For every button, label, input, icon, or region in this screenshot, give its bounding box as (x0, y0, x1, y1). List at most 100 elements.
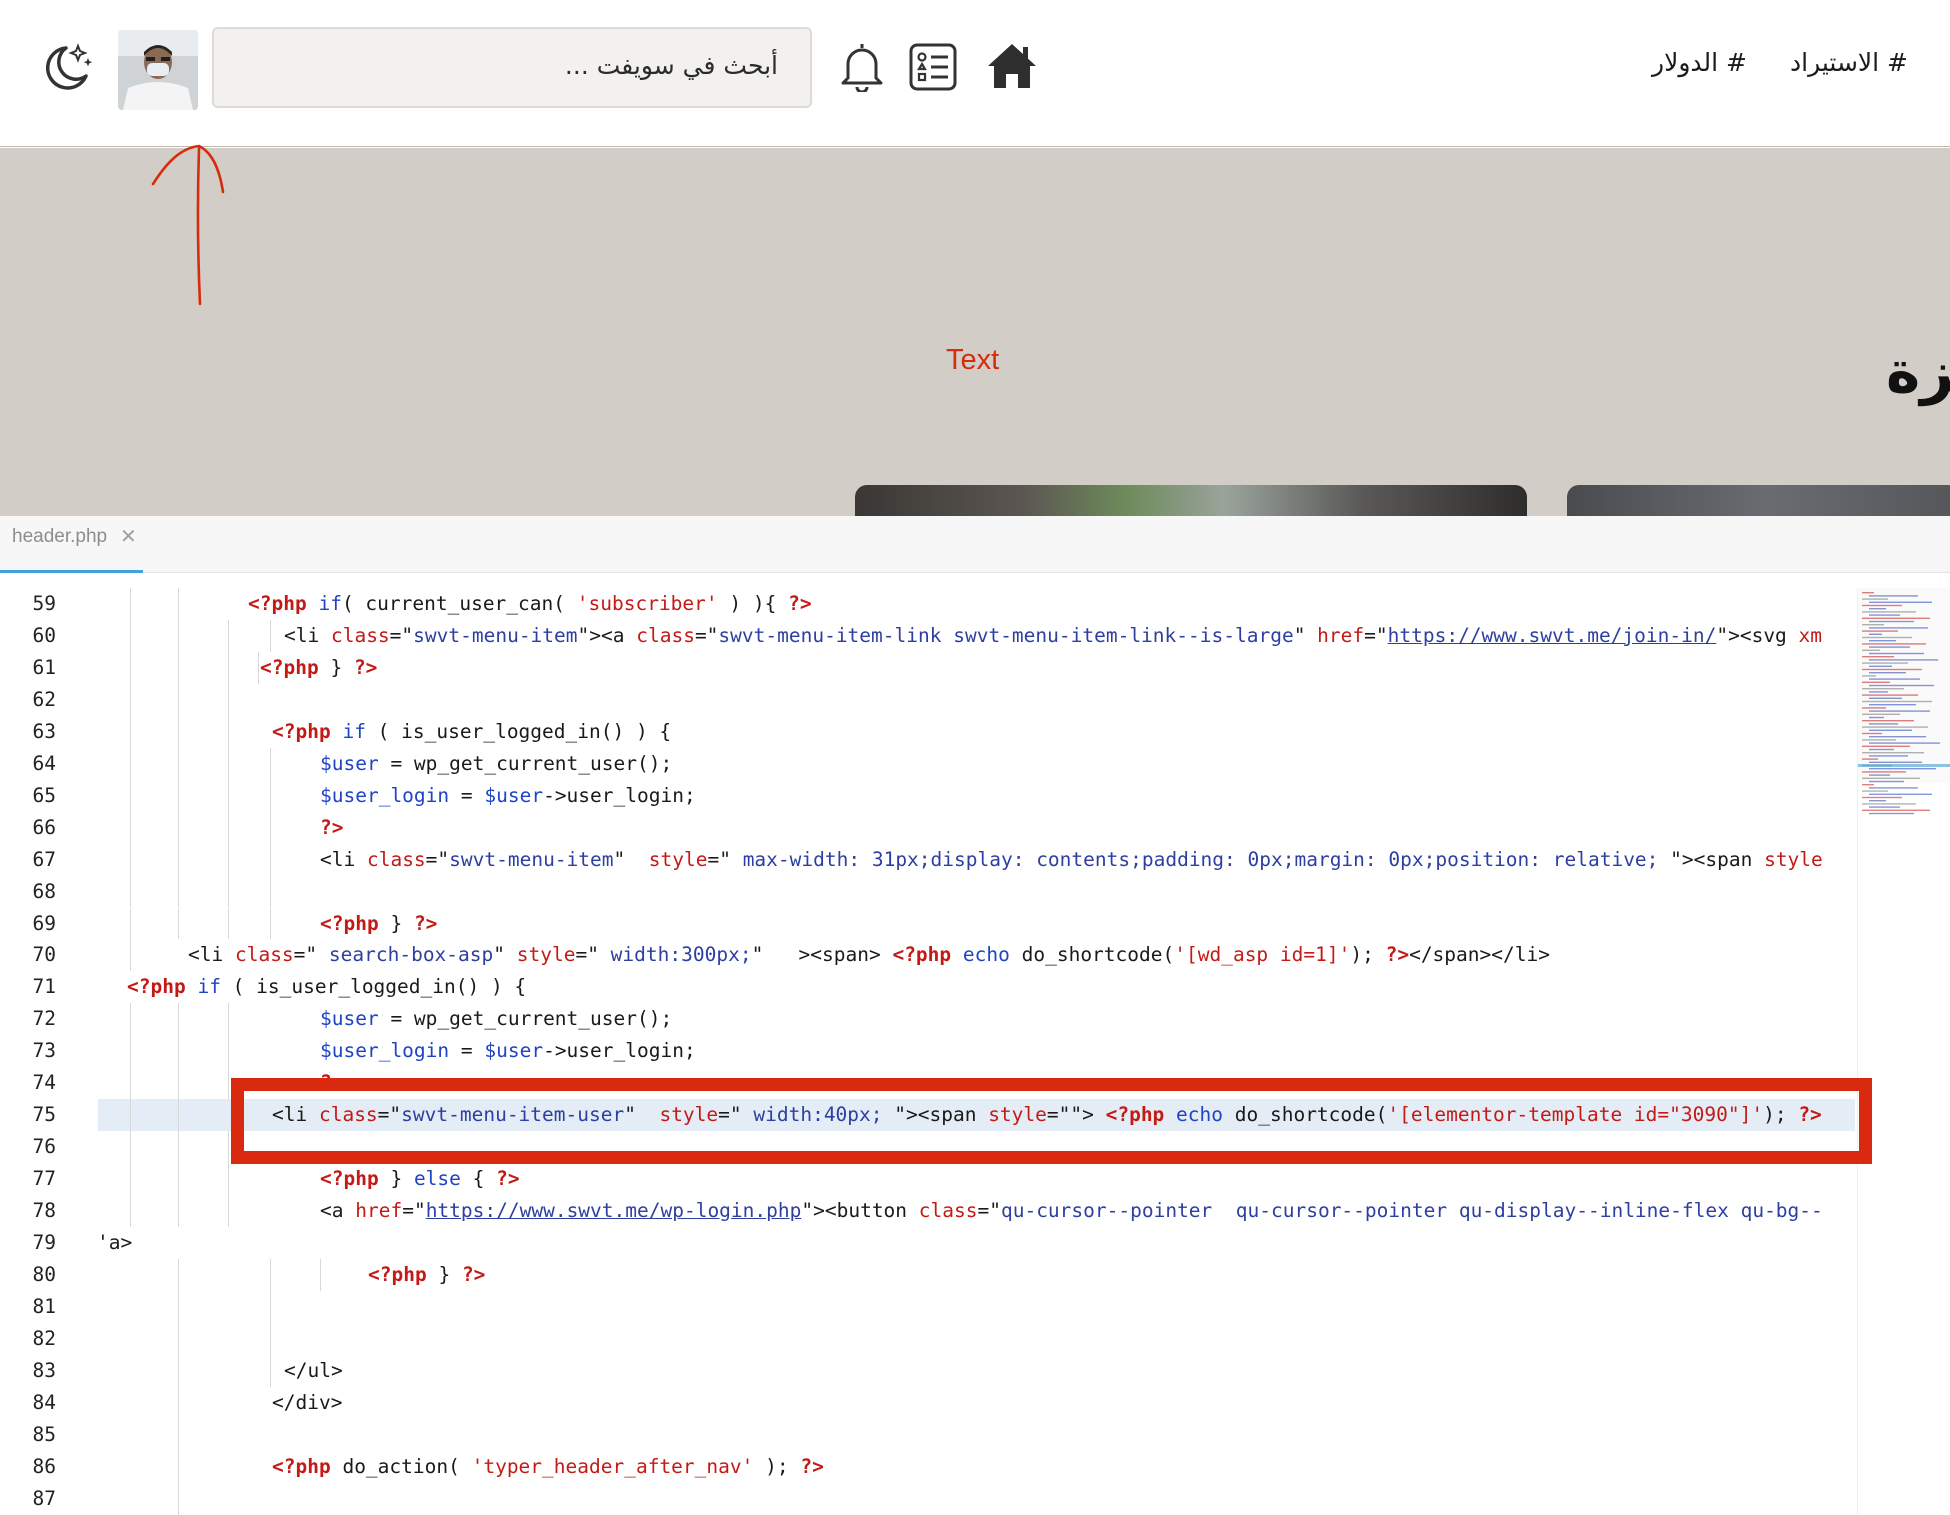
code-line[interactable]: 63 <?php if ( is_user_logged_in() ) { (0, 715, 1855, 748)
code-line[interactable]: 64 $user = wp_get_current_user(); (0, 747, 1855, 780)
code-token: 'subscriber' (576, 592, 718, 615)
code-line[interactable]: 84 </div> (0, 1386, 1855, 1419)
line-number: 76 (32, 1135, 56, 1159)
hero-card-image[interactable] (855, 485, 1527, 516)
close-icon[interactable]: ✕ (120, 524, 137, 548)
code-text: <?php if ( is_user_logged_in() ) { (272, 716, 671, 748)
code-line[interactable]: 80 <?php } ?> (0, 1258, 1855, 1291)
code-token: =" (389, 623, 414, 647)
code-token: </ul> (284, 1358, 343, 1382)
search-input[interactable]: أبحث في سويفت ... (212, 27, 812, 108)
minimap-line (1862, 809, 1930, 811)
indent-guide (178, 588, 179, 620)
code-token: class (330, 623, 390, 647)
code-line[interactable]: 59 <?php if( current_user_can( 'subscribe… (0, 588, 1855, 620)
indent-guide (228, 1035, 229, 1068)
code-token: ?> (461, 1262, 486, 1286)
code-line[interactable]: 68 (0, 875, 1855, 908)
code-token: = wp_get_current_user(); (378, 1007, 673, 1031)
moon-stars-icon[interactable] (38, 38, 96, 96)
indent-guide (228, 875, 229, 908)
code-token: swvt-menu-item-link swvt-menu-item-link-… (718, 623, 1294, 647)
code-token: href (355, 1199, 403, 1223)
code-token: width:300px; (598, 943, 752, 967)
code-line[interactable]: 86 <?php do_action( 'typer_header_after_n… (0, 1450, 1855, 1483)
nav-link-import[interactable]: # الاستيراد (1790, 48, 1908, 77)
code-line[interactable]: 79 'a> (0, 1227, 1855, 1259)
code-line[interactable]: 71 <?php if ( is_user_logged_in() ) { (0, 971, 1855, 1003)
code-line[interactable]: 73 $user_login = $user->user_login; (0, 1035, 1855, 1068)
indent-guide (178, 1035, 179, 1068)
code-line[interactable]: 78 <a href="https://www.swvt.me/wp-login.… (0, 1195, 1855, 1227)
minimap-line (1869, 806, 1900, 808)
indent-guide (178, 875, 179, 908)
code-area[interactable]: 59 <?php if( current_user_can( 'subscribe… (0, 588, 1855, 1515)
code-token: <?php (272, 719, 343, 743)
code-line[interactable]: 65 $user_login = $user->user_login; (0, 779, 1855, 812)
code-line[interactable]: 77 <?php } else { ?> (0, 1163, 1855, 1196)
code-line[interactable]: 61 <?php } ?> (0, 651, 1855, 684)
highlight-annotation (231, 1078, 1872, 1164)
indent-guide (130, 1067, 131, 1100)
indent-guide (178, 1099, 179, 1132)
code-token: "><button (801, 1199, 919, 1223)
indent-guide (178, 651, 179, 684)
code-line[interactable]: 85 (0, 1418, 1855, 1451)
code-line[interactable]: 69 <?php } ?> (0, 907, 1855, 940)
line-number: 80 (32, 1262, 56, 1286)
nav-link-dollar[interactable]: # الدولار (1652, 48, 1747, 77)
code-token: $user_login (320, 1039, 450, 1063)
hero-card-image[interactable] (1567, 485, 1950, 516)
code-token: ?> (788, 592, 812, 615)
code-token: = (449, 1039, 485, 1063)
tab-header-php[interactable]: header.php ✕ (0, 516, 143, 573)
code-line[interactable]: 82 (0, 1322, 1855, 1355)
indent-guide (228, 747, 229, 780)
code-token: </span></li> (1409, 943, 1550, 967)
indent-guide (130, 683, 131, 716)
code-token: "><span (1670, 847, 1765, 871)
code-text: <?php } ?> (260, 652, 377, 684)
code-line[interactable]: 81 (0, 1290, 1855, 1323)
indent-guide (178, 1067, 179, 1100)
line-number: 77 (32, 1167, 56, 1191)
indent-guide (130, 747, 131, 780)
code-token: search-box-asp (317, 943, 494, 967)
code-token: $user (484, 1039, 544, 1063)
line-number: 60 (32, 623, 56, 647)
bell-icon[interactable] (838, 40, 886, 92)
indent-guide (270, 875, 271, 908)
code-token: } (378, 1167, 414, 1191)
list-icon[interactable] (908, 42, 958, 92)
code-line[interactable]: 67 <li class="swvt-menu-item" style=" max… (0, 843, 1855, 876)
code-line[interactable]: 60 <li class="swvt-menu-item"><a class="s… (0, 619, 1855, 652)
code-line[interactable]: 83 </ul> (0, 1354, 1855, 1387)
avatar[interactable] (118, 30, 198, 110)
code-token: </div> (272, 1390, 343, 1414)
code-token: do_shortcode( (1009, 943, 1175, 967)
home-icon[interactable] (984, 38, 1040, 94)
code-line[interactable]: 66 ?> (0, 811, 1855, 844)
minimap[interactable] (1857, 588, 1950, 1515)
indent-guide (178, 1003, 179, 1036)
code-token: } (378, 911, 414, 935)
indent-guide (228, 811, 229, 844)
code-line[interactable]: 62 (0, 683, 1855, 716)
code-text: <?php } else { ?> (320, 1163, 520, 1195)
code-token: ?> (353, 655, 378, 679)
code-token: ); (1350, 943, 1386, 967)
code-token: ?> (1385, 943, 1410, 967)
code-token: https://www.swvt.me/join-in/ (1387, 623, 1717, 647)
line-number: 86 (32, 1454, 56, 1478)
code-token: "><svg (1716, 623, 1799, 647)
code-line[interactable]: 87 (0, 1482, 1855, 1515)
minimap-viewport[interactable] (1858, 588, 1950, 783)
code-line[interactable]: 72 $user = wp_get_current_user(); (0, 1003, 1855, 1036)
code-token: '[wd_asp id=1]' (1174, 943, 1351, 967)
code-line[interactable]: 70 <li class=" search-box-asp" style=" wi… (0, 939, 1855, 972)
code-token: " (1293, 623, 1318, 647)
indent-guide (178, 715, 179, 748)
arrow-annotation (151, 144, 225, 306)
code-token: " (613, 847, 649, 871)
line-number: 72 (32, 1007, 56, 1031)
